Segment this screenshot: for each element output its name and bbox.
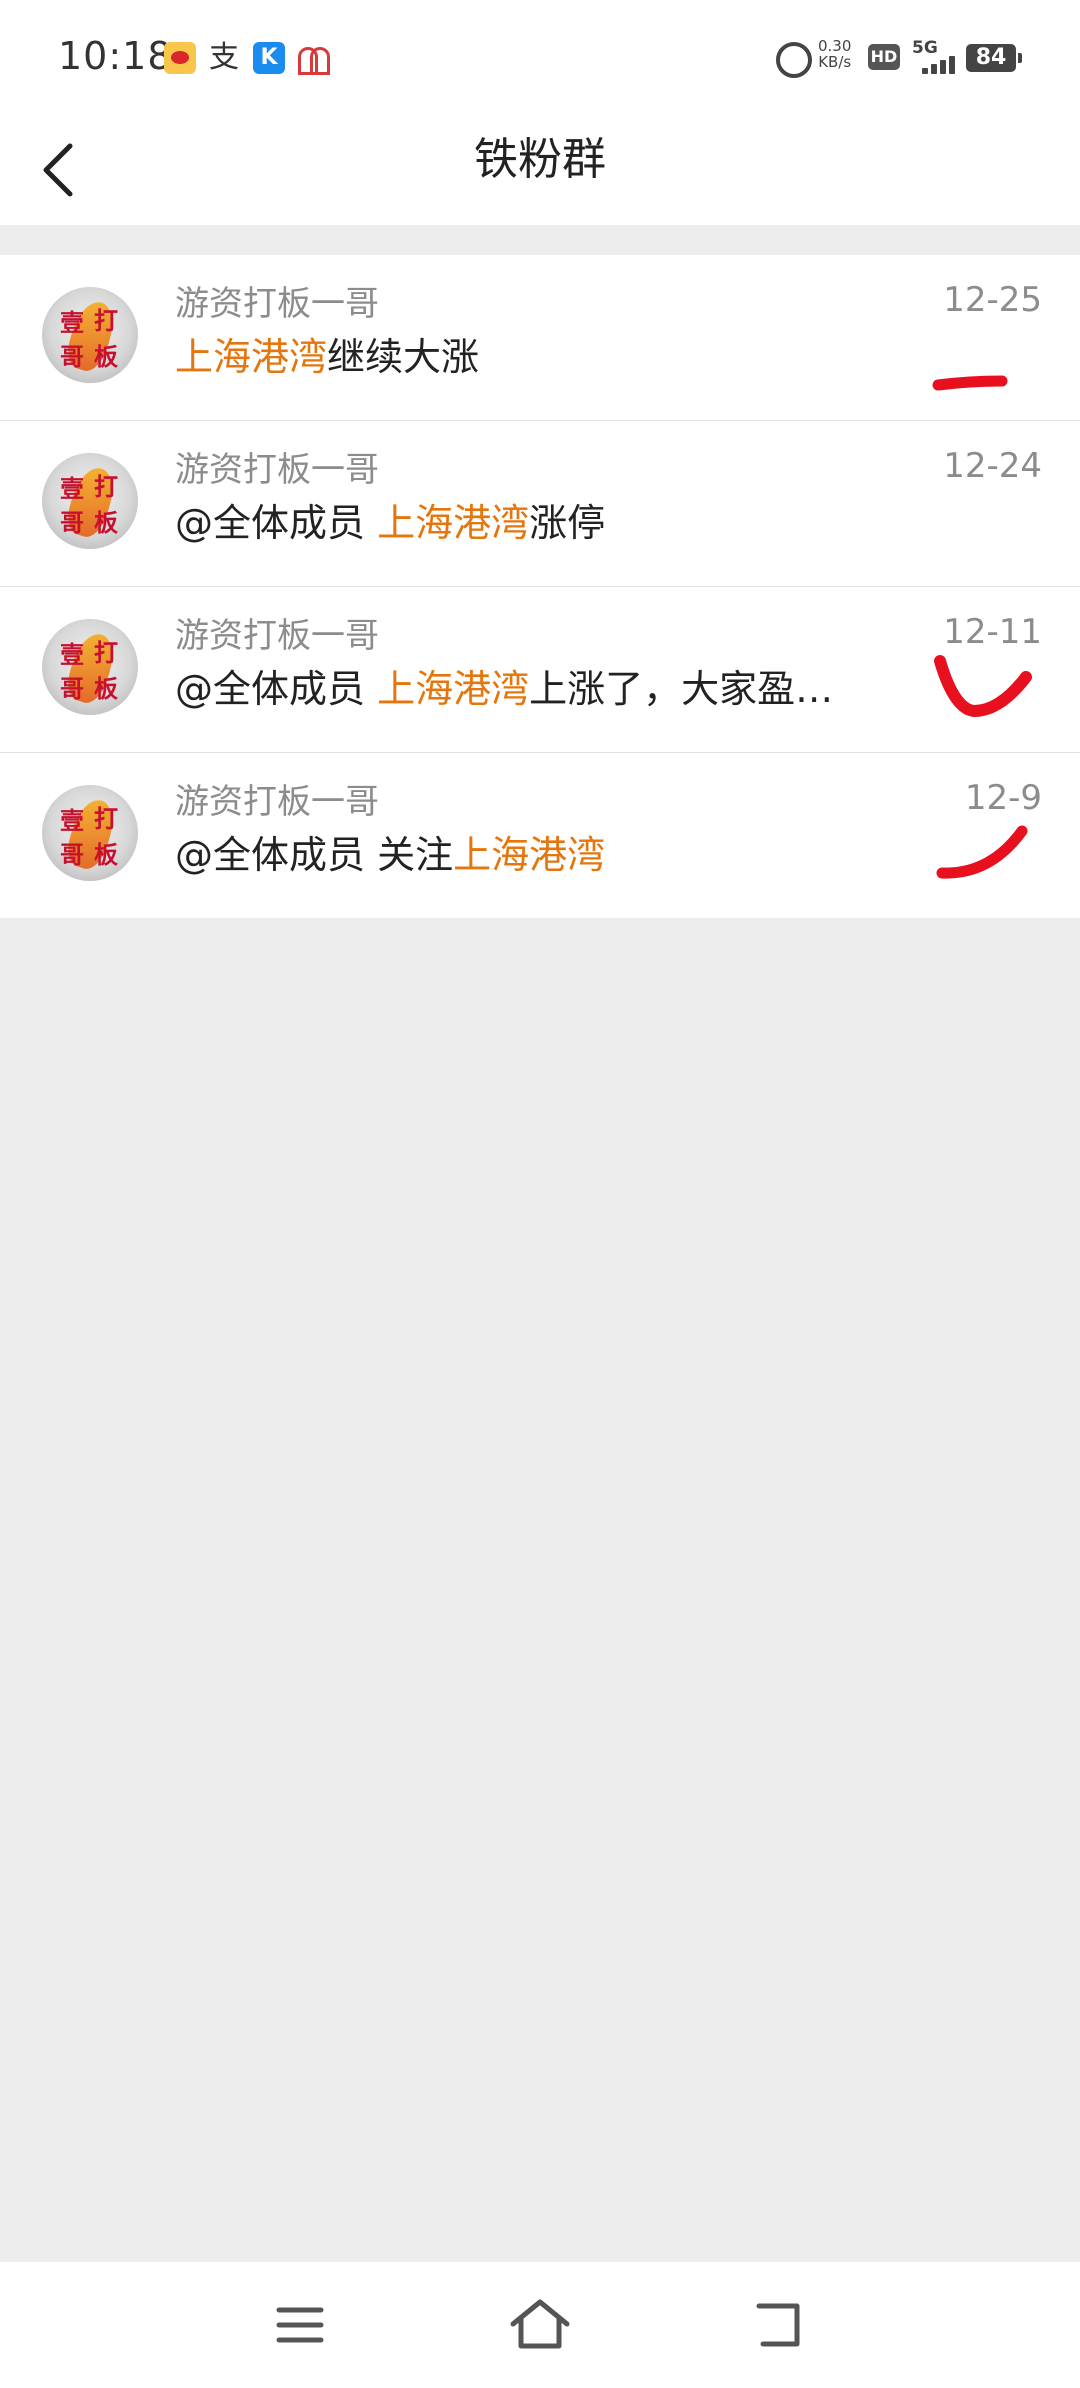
system-nav-bar bbox=[0, 2262, 1080, 2388]
message-preview: @全体成员 上海港湾涨停 bbox=[175, 501, 606, 545]
sender-name: 游资打板一哥 bbox=[175, 450, 379, 490]
message-list: 壹打 哥板 游资打板一哥 上海港湾继续大涨 12-25 壹打 哥板 游资打板一哥… bbox=[0, 255, 1080, 918]
home-button[interactable] bbox=[505, 2290, 575, 2360]
back-nav-button[interactable] bbox=[745, 2290, 815, 2360]
menu-button[interactable] bbox=[265, 2290, 335, 2360]
status-bar: 10:18 支 K 0.30 KB/s HD 5G 84 bbox=[0, 0, 1080, 110]
list-item[interactable]: 壹打 哥板 游资打板一哥 @全体成员 关注上海港湾 12-9 bbox=[0, 753, 1080, 918]
avatar[interactable]: 壹打 哥板 bbox=[42, 785, 138, 881]
weibo-icon bbox=[164, 42, 196, 74]
menu-icon bbox=[276, 2307, 324, 2343]
message-preview: 上海港湾继续大涨 bbox=[175, 335, 480, 379]
stock-highlight: 上海港湾 bbox=[377, 667, 530, 711]
network-speed: 0.30 KB/s bbox=[818, 37, 852, 71]
sender-name: 游资打板一哥 bbox=[175, 782, 379, 822]
hd-badge: HD bbox=[868, 44, 900, 70]
message-preview: @全体成员 关注上海港湾 bbox=[175, 833, 606, 877]
message-date: 12-24 bbox=[943, 446, 1042, 486]
stock-highlight: 上海港湾 bbox=[377, 501, 530, 545]
page-title: 铁粉群 bbox=[474, 134, 606, 185]
red-annotation-mark bbox=[932, 375, 1008, 391]
alipay-icon: 支 bbox=[209, 40, 239, 75]
signal-icon bbox=[922, 54, 962, 74]
alarm-icon bbox=[776, 42, 812, 78]
battery-icon: 84 bbox=[966, 44, 1022, 72]
red-annotation-mark bbox=[934, 655, 1032, 717]
avatar[interactable]: 壹打 哥板 bbox=[42, 287, 138, 383]
sender-name: 游资打板一哥 bbox=[175, 284, 379, 324]
home-icon bbox=[510, 2299, 570, 2349]
avatar[interactable]: 壹打 哥板 bbox=[42, 453, 138, 549]
bank-icon bbox=[296, 42, 330, 75]
sender-name: 游资打板一哥 bbox=[175, 616, 379, 656]
stock-highlight: 上海港湾 bbox=[453, 833, 606, 877]
message-preview: @全体成员 上海港湾上涨了，大家盈… bbox=[175, 667, 834, 711]
back-nav-icon bbox=[756, 2303, 800, 2347]
avatar[interactable]: 壹打 哥板 bbox=[42, 619, 138, 715]
top-bar: 铁粉群 bbox=[0, 110, 1080, 225]
list-item[interactable]: 壹打 哥板 游资打板一哥 @全体成员 上海港湾涨停 12-24 bbox=[0, 421, 1080, 704]
message-date: 12-25 bbox=[943, 280, 1042, 320]
stock-highlight: 上海港湾 bbox=[175, 335, 328, 379]
status-time: 10:18 bbox=[58, 34, 173, 78]
red-annotation-mark bbox=[936, 825, 1028, 879]
list-item[interactable]: 壹打 哥板 游资打板一哥 @全体成员 上海港湾上涨了，大家盈… 12-11 bbox=[0, 587, 1080, 753]
list-item[interactable]: 壹打 哥板 游资打板一哥 上海港湾继续大涨 12-25 bbox=[0, 255, 1080, 421]
k-app-icon: K bbox=[253, 42, 285, 74]
